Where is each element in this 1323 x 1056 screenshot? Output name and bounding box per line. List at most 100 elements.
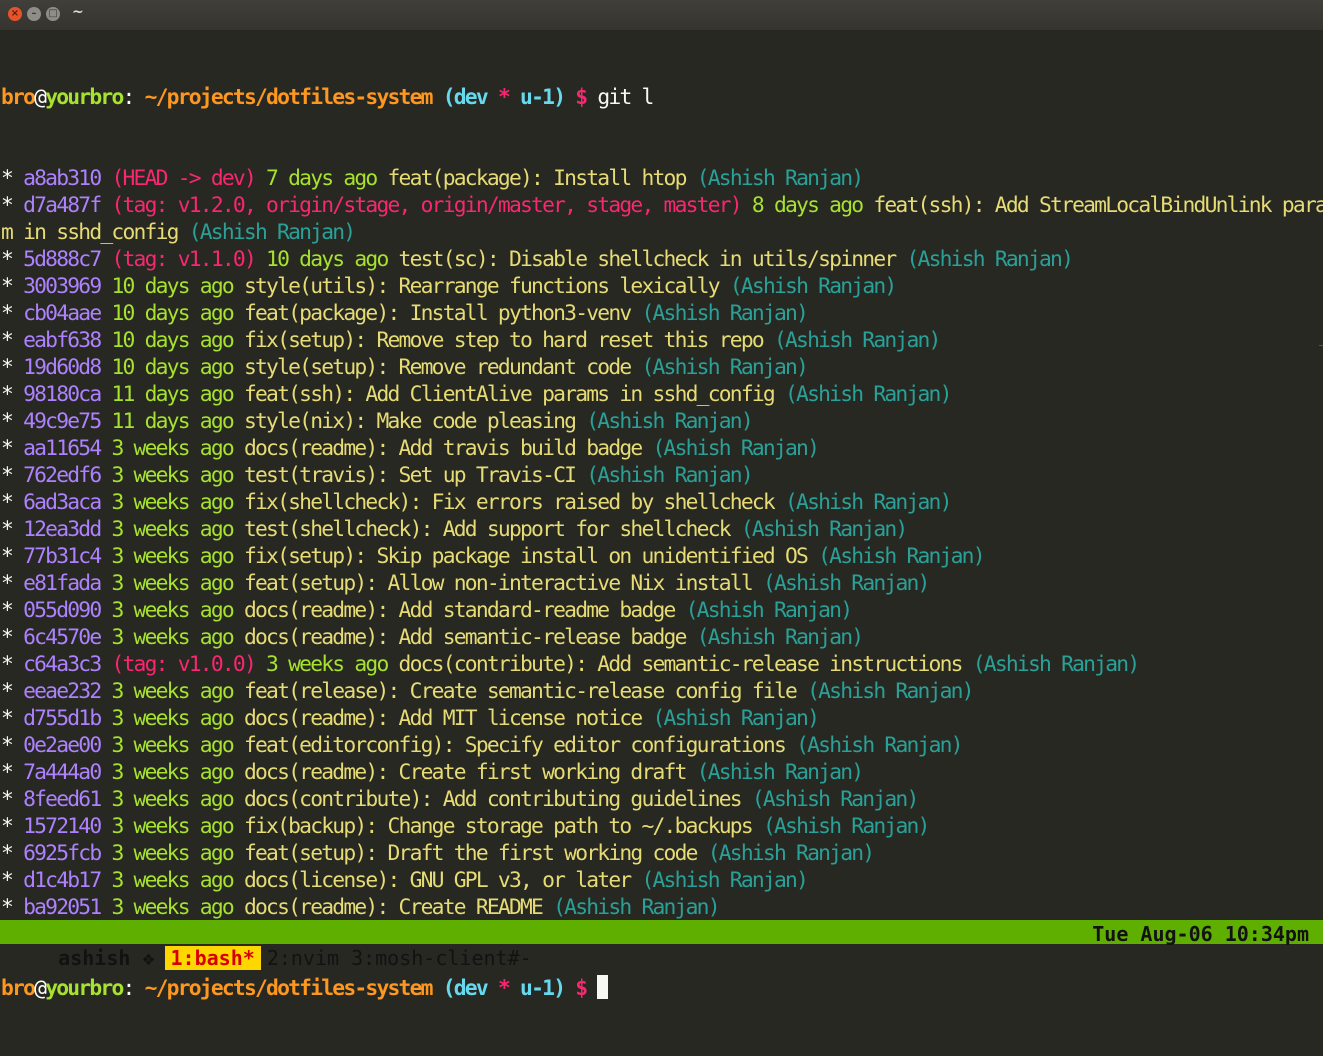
prompt-line: bro@yourbro: ~/projects/dotfiles-system … bbox=[1, 84, 1323, 111]
commit-graph-star: * bbox=[1, 355, 14, 380]
commit-graph-star: * bbox=[1, 382, 14, 407]
commit-message: style(nix): Make code pleasing bbox=[243, 409, 577, 434]
commit-date: 10 days ago bbox=[111, 328, 234, 353]
close-button[interactable]: × bbox=[8, 7, 22, 21]
commit-hash: 0e2ae00 bbox=[23, 733, 102, 758]
commit-graph-star: * bbox=[1, 274, 14, 299]
commit-author: (Ashish Ranjan) bbox=[696, 166, 864, 191]
text-cursor[interactable] bbox=[597, 975, 609, 999]
commit-hash: cb04aae bbox=[23, 301, 102, 326]
commit-date: 10 days ago bbox=[111, 301, 234, 326]
commit-graph-star: * bbox=[1, 760, 14, 785]
commit-hash: 6925fcb bbox=[23, 841, 102, 866]
prompt-host: yourbro bbox=[45, 85, 124, 110]
commit-message: style(utils): Rearrange functions lexica… bbox=[243, 274, 721, 299]
commit-author: (Ashish Ranjan) bbox=[652, 436, 820, 461]
commit-hash: e81fada bbox=[23, 571, 102, 596]
commit-graph-star: * bbox=[1, 301, 14, 326]
git-log-line: * 0e2ae00 3 weeks ago feat(editorconfig)… bbox=[1, 732, 1323, 759]
prompt-colon: : bbox=[122, 85, 135, 110]
commit-message: fix(setup): Remove step to hard reset th… bbox=[243, 328, 765, 353]
commit-date: 10 days ago bbox=[111, 274, 234, 299]
commit-date: 3 weeks ago bbox=[111, 679, 234, 704]
commit-author: (Ashish Ranjan) bbox=[972, 652, 1140, 677]
tmux-window-list: 1:bash* 2:nvim 3:mosh-client#- bbox=[164, 946, 538, 970]
git-log-line: * 6925fcb 3 weeks ago feat(setup): Draft… bbox=[1, 840, 1323, 867]
commit-hash: 5d888c7 bbox=[23, 247, 102, 272]
commit-author: (Ashish Ranjan) bbox=[906, 247, 1073, 272]
commit-hash: 6ad3aca bbox=[23, 490, 102, 515]
commit-message: docs(contribute): Add semantic-release i… bbox=[398, 652, 964, 677]
commit-message: feat(setup): Draft the first working cod… bbox=[243, 841, 698, 866]
commit-hash: 1572140 bbox=[23, 814, 102, 839]
tmux-window-1[interactable]: 1:bash* bbox=[164, 946, 261, 970]
commit-date: 3 weeks ago bbox=[111, 895, 234, 920]
git-log-line: * aa11654 3 weeks ago docs(readme): Add … bbox=[1, 435, 1323, 462]
git-log-line: * 8feed61 3 weeks ago docs(contribute): … bbox=[1, 786, 1323, 813]
commit-message: feat(editorconfig): Specify editor confi… bbox=[243, 733, 787, 758]
commit-hash: d7a487f bbox=[23, 193, 102, 218]
commit-graph-star: * bbox=[1, 679, 14, 704]
commit-date: 3 weeks ago bbox=[111, 814, 234, 839]
commit-author: (Ashish Ranjan) bbox=[586, 409, 753, 434]
prompt-command: git l bbox=[597, 85, 654, 110]
commit-hash: 77b31c4 bbox=[23, 544, 102, 569]
commit-author: (Ashish Ranjan) bbox=[641, 868, 808, 893]
commit-author: (Ashish Ranjan) bbox=[685, 598, 853, 623]
prompt-branch: dev bbox=[453, 85, 489, 110]
git-log-line: * 3003969 10 days ago style(utils): Rear… bbox=[1, 273, 1323, 300]
commit-graph-star: * bbox=[1, 733, 14, 758]
commit-hash: eeae232 bbox=[23, 679, 102, 704]
prompt-dirty-marker: * bbox=[497, 85, 511, 110]
commit-graph-star: * bbox=[1, 490, 14, 515]
commit-message: docs(contribute): Add contributing guide… bbox=[243, 787, 743, 812]
commit-author: (Ashish Ranjan) bbox=[773, 328, 941, 353]
prompt-paren-open: ( bbox=[442, 85, 456, 110]
tmux-window-2[interactable]: 2:nvim bbox=[261, 946, 345, 970]
commit-message: feat(package): Install htop bbox=[387, 166, 688, 191]
git-log-line: * a8ab310 (HEAD -> dev) 7 days ago feat(… bbox=[1, 165, 1323, 192]
commit-date: 11 days ago bbox=[111, 409, 234, 434]
commit-refs: (tag: v1.1.0) bbox=[111, 247, 256, 272]
commit-message: docs(readme): Create README bbox=[243, 895, 544, 920]
terminal-output: bro@yourbro: ~/projects/dotfiles-system … bbox=[1, 30, 1323, 1056]
commit-date: 3 weeks ago bbox=[111, 733, 234, 758]
status-datetime: Tue Aug-06 10:34pm bbox=[1092, 922, 1309, 946]
terminal-pane[interactable]: bro@yourbro: ~/projects/dotfiles-system … bbox=[0, 30, 1323, 1001]
commit-graph-star: * bbox=[1, 841, 14, 866]
scroll-indicator bbox=[1319, 345, 1323, 346]
tmux-window-3[interactable]: 3:mosh-client#- bbox=[345, 946, 538, 970]
commit-date: 3 weeks ago bbox=[111, 868, 234, 893]
git-log-line: * 762edf6 3 weeks ago test(travis): Set … bbox=[1, 462, 1323, 489]
git-log-line: * 7a444a0 3 weeks ago docs(readme): Crea… bbox=[1, 759, 1323, 786]
commit-date: 3 weeks ago bbox=[111, 841, 234, 866]
commit-message: test(travis): Set up Travis-CI bbox=[243, 463, 577, 488]
git-log-line: * 49c9e75 11 days ago style(nix): Make c… bbox=[1, 408, 1323, 435]
commit-author: (Ashish Ranjan) bbox=[740, 517, 908, 542]
commit-author: (Ashish Ranjan) bbox=[652, 706, 820, 731]
commit-hash: 6c4570e bbox=[23, 625, 102, 650]
commit-hash: aa11654 bbox=[23, 436, 102, 461]
git-log-line: * c64a3c3 (tag: v1.0.0) 3 weeks ago docs… bbox=[1, 651, 1323, 678]
git-log-line: * 1572140 3 weeks ago fix(backup): Chang… bbox=[1, 813, 1323, 840]
commit-date: 3 weeks ago bbox=[111, 571, 234, 596]
commit-date: 3 weeks ago bbox=[111, 787, 234, 812]
commit-date: 3 weeks ago bbox=[111, 436, 234, 461]
commit-graph-star: * bbox=[1, 895, 14, 920]
commit-message: test(sc): Disable shellcheck in utils/sp… bbox=[398, 247, 898, 272]
commit-hash: 055d090 bbox=[23, 598, 102, 623]
commit-graph-star: * bbox=[1, 193, 14, 218]
window-titlebar[interactable]: × – □ ~ bbox=[0, 0, 1323, 31]
commit-date: 8 days ago bbox=[751, 193, 864, 218]
commit-graph-star: * bbox=[1, 706, 14, 731]
commit-date: 3 weeks ago bbox=[111, 544, 234, 569]
prompt-at: @ bbox=[34, 85, 47, 110]
commit-author: (Ashish Ranjan) bbox=[796, 733, 963, 758]
git-log-line: * 6ad3aca 3 weeks ago fix(shellcheck): F… bbox=[1, 489, 1323, 516]
minimize-button[interactable]: – bbox=[27, 7, 41, 21]
maximize-button[interactable]: □ bbox=[46, 7, 60, 21]
commit-author: (Ashish Ranjan) bbox=[785, 382, 952, 407]
commit-author: (Ashish Ranjan) bbox=[751, 787, 919, 812]
commit-message: feat(ssh): Add StreamLocalBindUnlink par… bbox=[873, 193, 1323, 218]
commit-message: docs(readme): Create first working draft bbox=[243, 760, 687, 785]
